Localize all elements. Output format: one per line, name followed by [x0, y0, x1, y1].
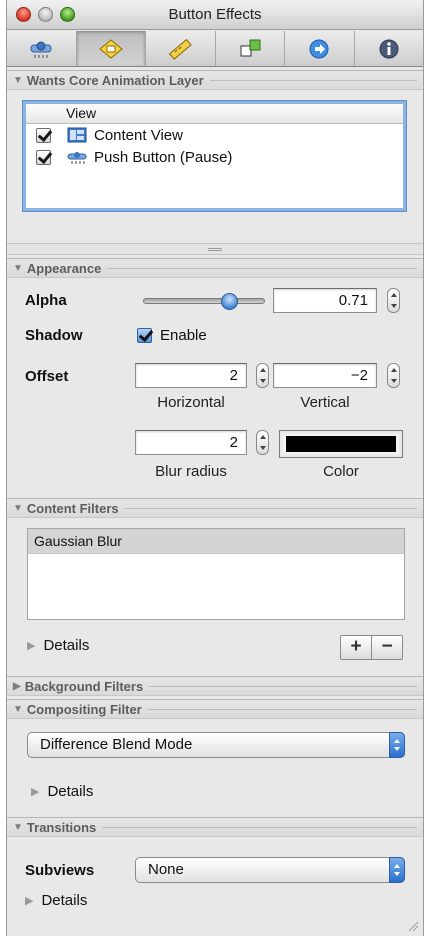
- disclosure-open-icon: ▼: [13, 74, 23, 86]
- alpha-slider[interactable]: [143, 293, 265, 310]
- blur-radius-label: Blur radius: [155, 463, 227, 480]
- vertical-offset-field[interactable]: −2: [273, 363, 377, 388]
- header-rule: [149, 685, 417, 687]
- title-bar[interactable]: Button Effects: [7, 0, 423, 30]
- details-label: Details: [47, 783, 94, 800]
- disclosure-closed-icon: ▶: [13, 680, 21, 692]
- connections-inspector-icon: [240, 39, 261, 56]
- details-label: Details: [41, 892, 88, 909]
- details-label: Details: [43, 637, 90, 654]
- alpha-label: Alpha: [25, 292, 67, 309]
- attributes-inspector-icon: [30, 41, 52, 58]
- content-view-checkbox[interactable]: [36, 127, 51, 143]
- tab-connections[interactable]: [216, 31, 285, 66]
- horizontal-offset-field[interactable]: 2: [135, 363, 247, 388]
- popup-arrows-icon: [389, 732, 405, 758]
- offset-label: Offset: [25, 368, 69, 385]
- list-item[interactable]: Gaussian Blur: [28, 529, 404, 554]
- header-rule: [147, 708, 417, 710]
- appearance-section-title: Appearance: [26, 260, 102, 276]
- subviews-transition-popup[interactable]: None: [135, 857, 405, 883]
- blur-radius-field[interactable]: 2: [135, 430, 247, 455]
- blur-radius-stepper[interactable]: [256, 430, 269, 455]
- background-filters-section-title: Background Filters: [24, 678, 144, 694]
- subviews-label: Subviews: [25, 862, 95, 879]
- tab-effects[interactable]: [76, 31, 146, 66]
- tab-identity[interactable]: [355, 31, 424, 66]
- shadow-color-swatch: [286, 436, 396, 452]
- split-view-divider[interactable]: [7, 243, 423, 255]
- layer-section-header[interactable]: ▼ Wants Core Animation Layer: [7, 70, 423, 90]
- identity-inspector-icon: [379, 39, 399, 58]
- shadow-label: Shadow: [25, 327, 83, 344]
- color-label: Color: [323, 463, 359, 480]
- background-filters-section-header[interactable]: ▶ Background Filters: [7, 676, 423, 696]
- compositing-filter-section-title: Compositing Filter: [26, 701, 142, 717]
- disclosure-open-icon: ▼: [13, 502, 23, 514]
- size-inspector-icon: [169, 38, 192, 60]
- transitions-section-title: Transitions: [26, 819, 97, 835]
- layer-views-table[interactable]: View Content View Push Button (Pause): [23, 101, 406, 211]
- alpha-slider-knob[interactable]: [221, 293, 239, 310]
- content-filters-details-disclosure[interactable]: ▶ Details: [27, 637, 89, 654]
- alpha-stepper[interactable]: [387, 288, 400, 313]
- compositing-filter-section-header[interactable]: ▼ Compositing Filter: [7, 699, 423, 719]
- compositing-filter-popup[interactable]: Difference Blend Mode: [27, 732, 405, 758]
- disclosure-open-icon: ▼: [13, 703, 23, 715]
- push-button-label: Push Button (Pause): [94, 148, 233, 166]
- disclosure-open-icon: ▼: [13, 821, 23, 833]
- compositing-filter-value: Difference Blend Mode: [40, 736, 193, 753]
- compositing-details-disclosure[interactable]: ▶ Details: [31, 783, 93, 800]
- add-remove-filter-control: + −: [340, 635, 403, 660]
- remove-filter-button[interactable]: −: [372, 636, 402, 659]
- tab-size[interactable]: [146, 31, 216, 66]
- vertical-label: Vertical: [300, 394, 350, 411]
- bindings-inspector-icon: [309, 39, 329, 58]
- inspector-tab-bar: [7, 31, 423, 67]
- tab-bindings[interactable]: [285, 31, 355, 66]
- window-title: Button Effects: [168, 6, 262, 23]
- content-filters-section-header[interactable]: ▼ Content Filters: [7, 498, 423, 518]
- push-button-icon: [67, 152, 87, 164]
- content-view-icon: [67, 127, 87, 143]
- appearance-section-header[interactable]: ▼ Appearance: [7, 258, 423, 278]
- disclosure-open-icon: ▼: [13, 262, 23, 274]
- header-rule: [107, 267, 417, 269]
- disclosure-closed-icon: ▶: [27, 640, 36, 652]
- layer-section-title: Wants Core Animation Layer: [26, 72, 204, 88]
- popup-arrows-icon: [389, 857, 405, 883]
- table-row[interactable]: Content View: [26, 124, 403, 146]
- subviews-transition-value: None: [148, 861, 184, 878]
- shadow-enable-checkbox[interactable]: [137, 328, 152, 343]
- tab-attributes[interactable]: [7, 31, 77, 66]
- shadow-enable-label[interactable]: Enable: [160, 327, 207, 344]
- add-filter-button[interactable]: +: [341, 636, 372, 659]
- disclosure-closed-icon: ▶: [31, 786, 40, 798]
- transitions-section-header[interactable]: ▼ Transitions: [7, 817, 423, 837]
- shadow-color-well[interactable]: [279, 430, 403, 458]
- header-rule: [124, 507, 417, 509]
- push-button-checkbox[interactable]: [36, 149, 51, 165]
- effects-inspector-icon: [98, 38, 123, 59]
- header-rule: [102, 826, 417, 828]
- table-column-header[interactable]: View: [26, 104, 403, 124]
- resize-grip-icon[interactable]: [407, 920, 419, 932]
- disclosure-closed-icon: ▶: [25, 895, 34, 907]
- transitions-details-disclosure[interactable]: ▶ Details: [25, 892, 87, 909]
- table-row[interactable]: Push Button (Pause): [26, 146, 403, 168]
- content-view-label: Content View: [94, 126, 183, 144]
- content-filters-list[interactable]: Gaussian Blur: [27, 528, 405, 620]
- divider-grip-icon: [208, 248, 222, 251]
- horizontal-offset-stepper[interactable]: [256, 363, 269, 388]
- vertical-offset-stepper[interactable]: [387, 363, 400, 388]
- content-filters-section-title: Content Filters: [26, 500, 119, 516]
- alpha-field[interactable]: 0.71: [273, 288, 377, 313]
- header-rule: [209, 79, 417, 81]
- horizontal-label: Horizontal: [157, 394, 225, 411]
- inspector-window: Button Effects ▼ Wants Core Animation La…: [6, 0, 424, 936]
